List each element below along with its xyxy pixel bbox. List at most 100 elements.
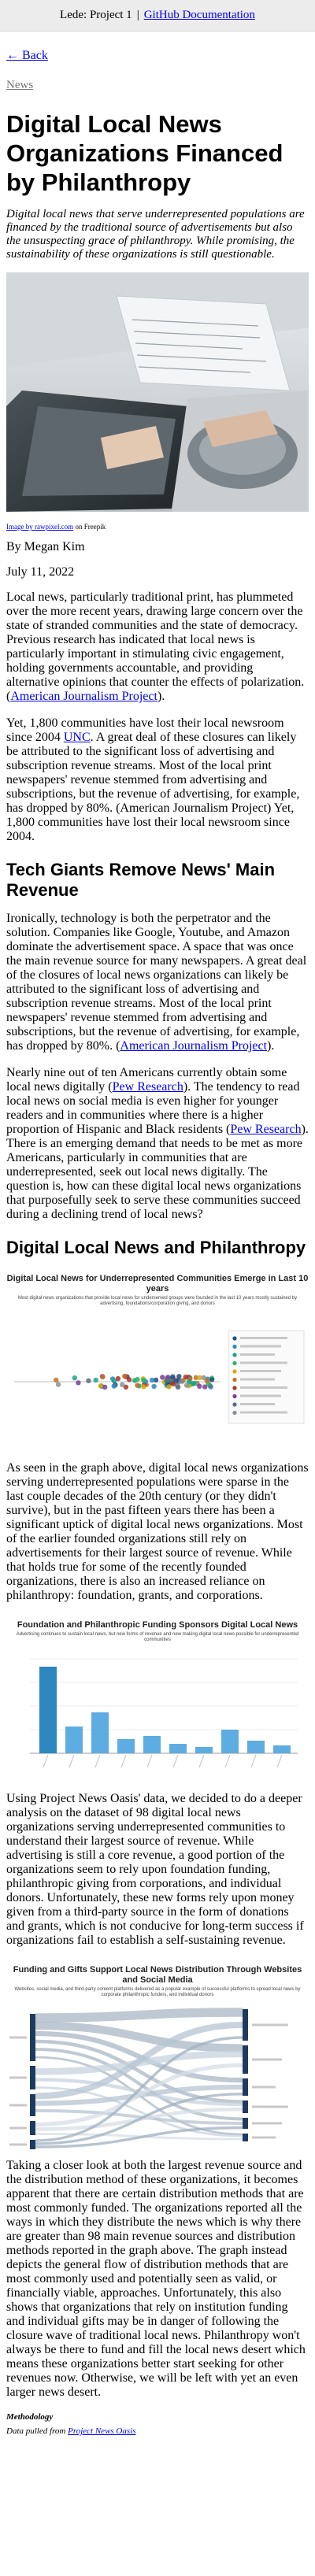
fig3-target-label-placeholder bbox=[252, 2136, 276, 2139]
fig1-point bbox=[183, 1382, 190, 1388]
fig1-point bbox=[100, 1374, 106, 1380]
paragraph-7: Taking a closer look at both the largest… bbox=[6, 2159, 306, 2399]
data-source-text: Data pulled from bbox=[6, 2426, 69, 2436]
unc-link[interactable]: UNC bbox=[64, 731, 91, 744]
fig3-target-node bbox=[243, 2134, 248, 2141]
paragraph-3: Ironically, technology is both the perpe… bbox=[6, 912, 309, 1053]
fig1-point bbox=[120, 1382, 125, 1387]
image-credit-source: on Freepik bbox=[73, 523, 106, 531]
fig1-point bbox=[135, 1382, 140, 1388]
fig3-source-label-placeholder bbox=[9, 2143, 27, 2146]
fig1-legend-label-placeholder bbox=[240, 1394, 281, 1397]
figure-distribution-sankey: Funding and Gifts Support Local News Dis… bbox=[6, 1960, 309, 2149]
topbar-separator: | bbox=[136, 9, 139, 21]
paragraph-5: As seen in the graph above, digital loca… bbox=[6, 1461, 309, 1602]
byline: By Megan Kim bbox=[6, 540, 85, 553]
fig2-tick bbox=[120, 1754, 127, 1768]
fig1-point bbox=[180, 1379, 185, 1384]
heading-tech-giants: Tech Giants Remove News' Main Revenue bbox=[6, 860, 276, 900]
fig3-target-label-placeholder bbox=[252, 2023, 288, 2026]
paragraph-3-end: ). bbox=[267, 1039, 275, 1053]
fig2-bar bbox=[39, 1667, 57, 1753]
fig3-target-node bbox=[243, 2078, 248, 2096]
fig3-target-label-placeholder bbox=[252, 2058, 282, 2061]
fig1-legend-swatch bbox=[232, 1353, 237, 1357]
fig1-point bbox=[76, 1380, 81, 1386]
fig1-point bbox=[191, 1380, 197, 1386]
fig2-bar bbox=[247, 1741, 265, 1753]
paragraph-1-end: ). bbox=[157, 690, 165, 703]
fig1-point bbox=[166, 1384, 172, 1390]
pew-link-2[interactable]: Pew Research bbox=[230, 1123, 301, 1136]
fig1-point bbox=[93, 1377, 98, 1383]
fig3-source-label-placeholder bbox=[9, 2036, 27, 2039]
fig1-title: Digital Local News for Underrepresented … bbox=[6, 1274, 309, 1294]
lede-label: Lede: Project 1 bbox=[60, 9, 132, 21]
fig1-subtitle: Most digital news organizations that pro… bbox=[17, 1296, 298, 1306]
fig1-legend-label-placeholder bbox=[240, 1353, 275, 1356]
fig2-tick bbox=[69, 1754, 75, 1768]
fig2-bar bbox=[143, 1736, 161, 1753]
fig1-chart bbox=[14, 1330, 305, 1424]
fig3-source-node bbox=[30, 2140, 35, 2149]
fig2-tick bbox=[94, 1754, 101, 1768]
article-dek: Digital local news that serve underrepre… bbox=[6, 208, 305, 261]
paragraph-2-end: . A great deal of these closures can lik… bbox=[6, 731, 300, 843]
fig1-point bbox=[141, 1384, 146, 1390]
back-link[interactable]: ← Back bbox=[6, 49, 309, 63]
fig1-point bbox=[160, 1375, 165, 1380]
ajp-link-2[interactable]: American Journalism Project bbox=[120, 1039, 267, 1053]
fig2-bars bbox=[39, 1667, 291, 1768]
fig2-tick bbox=[224, 1754, 231, 1768]
heading-philanthropy: Digital Local News and Philanthropy bbox=[6, 1238, 306, 1257]
fig1-point bbox=[55, 1382, 61, 1387]
fig1-point bbox=[111, 1383, 117, 1389]
fig1-legend bbox=[228, 1330, 305, 1424]
fig2-tick bbox=[172, 1754, 179, 1768]
figure-founding-years: Digital Local News for Underrepresented … bbox=[6, 1269, 309, 1452]
fig1-points bbox=[54, 1373, 215, 1390]
pew-link-1[interactable]: Pew Research bbox=[113, 1080, 183, 1094]
fig3-flow bbox=[35, 2008, 243, 2023]
fig1-point bbox=[176, 1374, 182, 1379]
fig1-point bbox=[86, 1378, 91, 1383]
fig2-subtitle: Advertising continues to sustain local n… bbox=[16, 1632, 299, 1642]
fig1-point bbox=[126, 1377, 132, 1382]
fig1-point bbox=[197, 1383, 202, 1389]
fig3-source-node bbox=[30, 2014, 35, 2061]
top-bar: Lede: Project 1 | GitHub Documentation bbox=[0, 0, 315, 31]
fig3-target-node bbox=[243, 2045, 248, 2074]
fig3-target-node bbox=[243, 2009, 248, 2041]
github-documentation-link[interactable]: GitHub Documentation bbox=[144, 9, 255, 22]
fig2-bar bbox=[117, 1739, 135, 1753]
fig3-target-label-placeholder bbox=[252, 2086, 276, 2089]
fig2-bar bbox=[273, 1745, 291, 1753]
fig3-target-node bbox=[243, 2118, 248, 2129]
fig1-legend-label-placeholder bbox=[240, 1411, 287, 1414]
fig3-source-node bbox=[30, 2066, 35, 2089]
fig1-point bbox=[204, 1378, 209, 1383]
fig3-subtitle: Websites, social media, and third-party … bbox=[14, 1987, 301, 1997]
project-news-oasis-link[interactable]: Project News Oasis bbox=[68, 2426, 135, 2436]
fig2-bar bbox=[91, 1712, 109, 1753]
ajp-link-1[interactable]: American Journalism Project bbox=[10, 690, 158, 703]
fig1-legend-label-placeholder bbox=[240, 1361, 287, 1364]
fig1-legend-label-placeholder bbox=[240, 1345, 281, 1348]
image-caption: Image by rawpixel.com on Freepik bbox=[6, 523, 309, 531]
data-source: Data pulled from Project News Oasis bbox=[6, 2426, 309, 2436]
image-credit-link[interactable]: Image by rawpixel.com bbox=[6, 523, 73, 531]
fig1-legend-swatch bbox=[232, 1393, 237, 1399]
fig1-point bbox=[72, 1375, 78, 1381]
fig1-point bbox=[135, 1376, 140, 1382]
fig2-tick bbox=[276, 1754, 283, 1768]
fig1-point bbox=[149, 1377, 155, 1383]
methodology-heading: Methodology bbox=[6, 2412, 54, 2422]
section-news-link[interactable]: News bbox=[6, 79, 309, 92]
fig1-point bbox=[54, 1377, 59, 1383]
fig1-legend-swatch bbox=[232, 1360, 237, 1366]
hero-illustration bbox=[6, 272, 309, 512]
publish-date: July 11, 2022 bbox=[6, 565, 75, 579]
article-container: ← Back News Digital Local News Organizat… bbox=[0, 49, 315, 2436]
fig3-source-node bbox=[30, 2121, 35, 2135]
fig3-chart bbox=[9, 2008, 288, 2149]
